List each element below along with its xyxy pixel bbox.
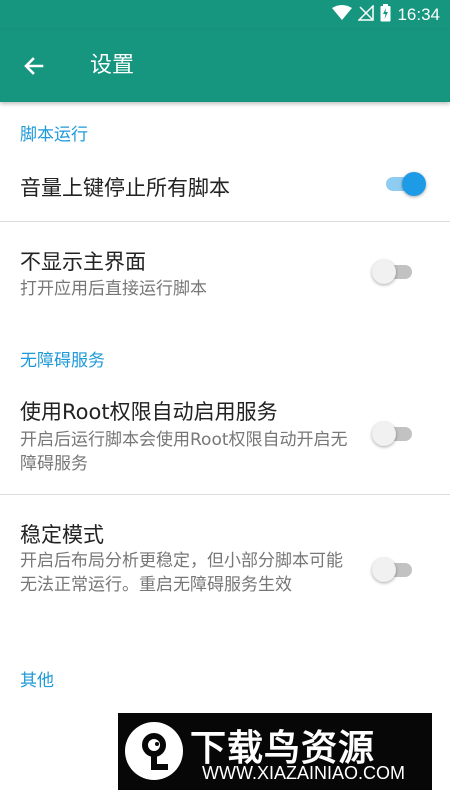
pref-title: 音量上键停止所有脚本 bbox=[20, 176, 230, 200]
pref-root-auto-enable[interactable]: 使用Root权限自动启用服务 开启后运行脚本会使用Root权限自动开启无障碍服务 bbox=[0, 382, 450, 494]
page-title: 设置 bbox=[90, 53, 135, 78]
no-signal-icon bbox=[357, 4, 375, 25]
app-bar: 设置 bbox=[0, 30, 450, 102]
watermark-banner: 下载鸟资源 WWW.XIAZAINIAO.COM bbox=[118, 713, 432, 790]
status-bar: 16:34 bbox=[0, 0, 450, 30]
toggle-hide-main-ui[interactable] bbox=[372, 257, 418, 287]
pref-title: 稳定模式 bbox=[20, 523, 104, 547]
watermark-url: WWW.XIAZAINIAO.COM bbox=[202, 763, 405, 783]
section-header-accessibility: 无障碍服务 bbox=[20, 351, 105, 371]
pref-summary: 开启后运行脚本会使用Root权限自动开启无障碍服务 bbox=[20, 430, 348, 474]
section-header-script-run: 脚本运行 bbox=[20, 125, 88, 145]
wifi-icon bbox=[332, 5, 353, 25]
bird-logo-icon bbox=[124, 721, 184, 781]
pref-summary: 打开应用后直接运行脚本 bbox=[20, 279, 207, 299]
pref-volume-key-stop[interactable]: 音量上键停止所有脚本 bbox=[0, 160, 450, 222]
pref-summary: 开启后布局分析更稳定，但小部分脚本可能无法正常运行。重启无障碍服务生效 bbox=[20, 551, 343, 595]
pref-title: 不显示主界面 bbox=[20, 250, 146, 274]
back-button[interactable] bbox=[20, 52, 48, 80]
pref-stable-mode[interactable]: 稳定模式 开启后布局分析更稳定，但小部分脚本可能无法正常运行。重启无障碍服务生效 bbox=[0, 495, 450, 635]
pref-title: 使用Root权限自动启用服务 bbox=[20, 400, 278, 424]
toggle-stable-mode[interactable] bbox=[372, 555, 418, 585]
toggle-root-auto-enable[interactable] bbox=[372, 419, 418, 449]
arrow-left-icon bbox=[24, 57, 44, 75]
toggle-volume-key-stop[interactable] bbox=[382, 169, 428, 199]
pref-hide-main-ui[interactable]: 不显示主界面 打开应用后直接运行脚本 bbox=[0, 222, 450, 310]
battery-charging-icon bbox=[380, 4, 391, 26]
section-header-other: 其他 bbox=[20, 671, 54, 691]
clock: 16:34 bbox=[397, 5, 440, 24]
